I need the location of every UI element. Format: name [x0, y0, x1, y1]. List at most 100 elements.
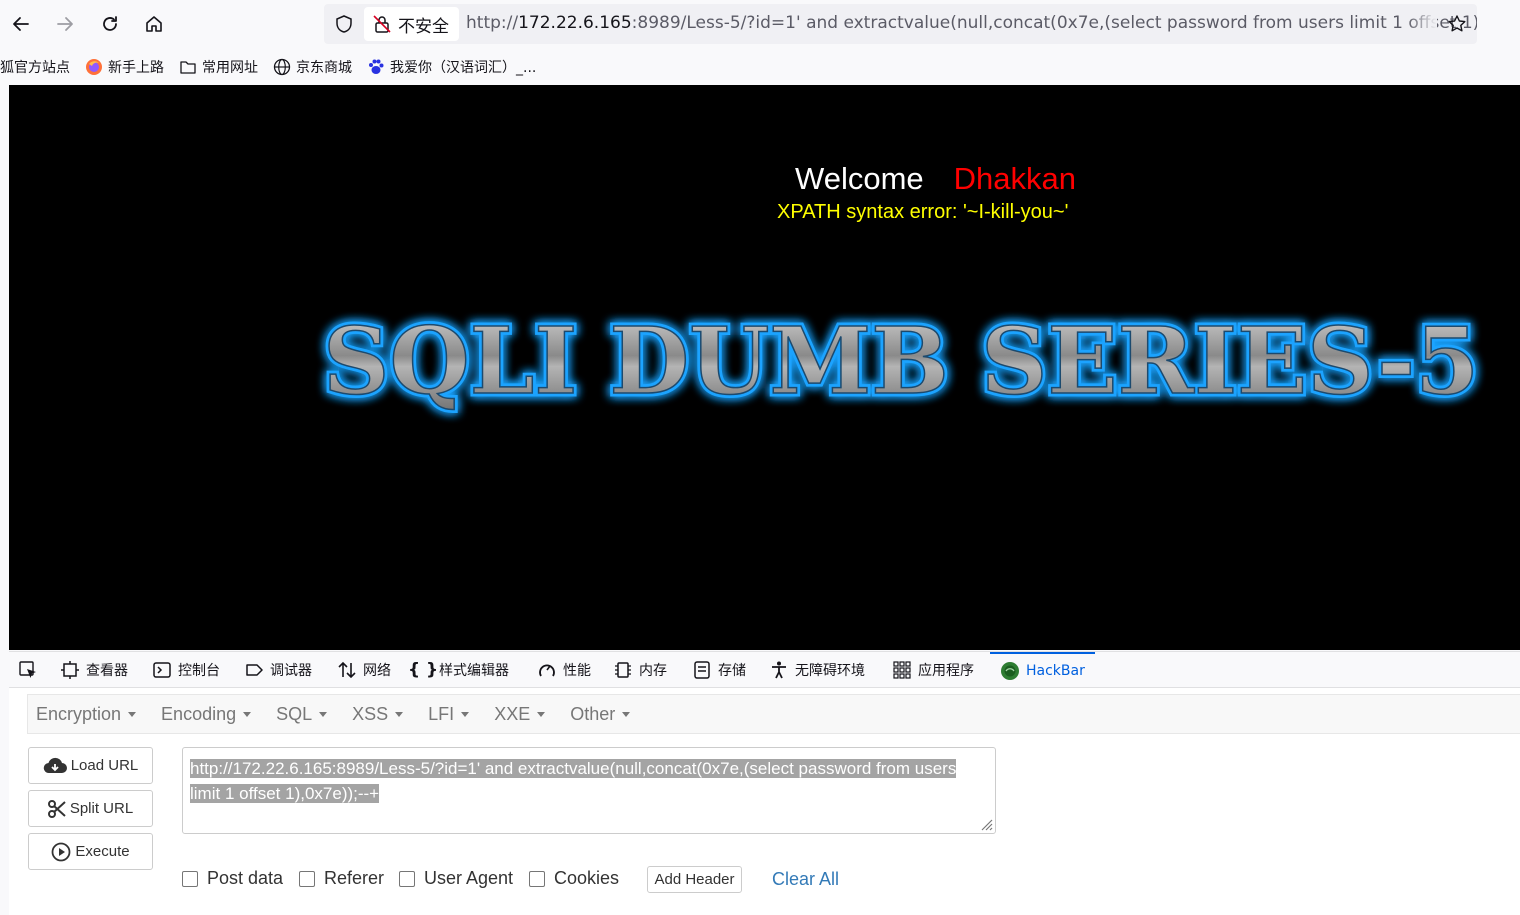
add-header-button[interactable]: Add Header — [647, 866, 742, 893]
tab-inspector[interactable]: 查看器 — [60, 652, 128, 688]
menu-encoding[interactable]: Encoding — [161, 704, 252, 725]
bookmark-label: 京东商城 — [296, 60, 352, 76]
tab-label: 存储 — [718, 663, 746, 679]
bookmark-star-icon[interactable] — [1445, 12, 1469, 36]
tab-memory[interactable]: 内存 — [613, 652, 667, 688]
bookmark-item[interactable]: 狐官方站点 — [0, 57, 70, 77]
menu-other[interactable]: Other — [570, 703, 631, 725]
tab-label: 性能 — [563, 663, 591, 679]
load-url-button[interactable]: Load URL — [28, 747, 153, 784]
bookmark-label: 常用网址 — [202, 60, 258, 76]
bookmark-item[interactable]: 我爱你（汉语词汇）_... — [367, 57, 536, 77]
forward-button[interactable] — [50, 8, 80, 40]
tab-label: 控制台 — [178, 663, 220, 679]
user-agent-option[interactable]: User Agent — [399, 868, 513, 889]
browser-toolbar: 不安全 http://172.22.6.165:8989/Less-5/?id=… — [0, 0, 1520, 50]
home-button[interactable] — [139, 8, 169, 40]
tab-label: 应用程序 — [918, 663, 974, 679]
sqli-banner-image: SQLI DUMB SERIES-5 SQLI DUMB SERIES-5 — [309, 295, 1520, 425]
style-editor-icon: { } — [407, 660, 439, 680]
post-data-checkbox[interactable] — [182, 870, 198, 887]
welcome-text: Welcome — [795, 161, 924, 196]
application-icon — [892, 660, 912, 680]
tab-hackbar[interactable]: HackBar — [990, 652, 1095, 688]
check-label: Referer — [324, 868, 385, 888]
url-bar[interactable]: 不安全 http://172.22.6.165:8989/Less-5/?id=… — [324, 4, 1477, 44]
url-textarea[interactable]: http://172.22.6.165:8989/Less-5/?id=1' a… — [182, 747, 996, 834]
scissors-icon — [47, 799, 66, 818]
bookmark-item[interactable]: 新手上路 — [85, 57, 164, 77]
bookmark-label: 新手上路 — [108, 60, 164, 76]
referer-checkbox[interactable] — [299, 870, 315, 887]
tab-accessibility[interactable]: 无障碍环境 — [769, 652, 865, 688]
check-label: Post data — [207, 868, 284, 888]
tab-storage[interactable]: 存储 — [692, 652, 746, 688]
split-url-button[interactable]: Split URL — [28, 790, 153, 827]
url-host: 172.22.6.165 — [518, 13, 632, 33]
accessibility-icon — [769, 660, 789, 680]
tab-label: HackBar — [1026, 663, 1085, 679]
tab-network[interactable]: 网络 — [337, 652, 391, 688]
tab-performance[interactable]: 性能 — [537, 652, 591, 688]
clear-all-link[interactable]: Clear All — [772, 869, 839, 890]
menu-lfi[interactable]: LFI — [428, 703, 470, 725]
insecure-connection-badge[interactable]: 不安全 — [364, 7, 459, 41]
reload-button[interactable] — [95, 8, 125, 40]
welcome-line: Welcome Dhakkan — [795, 161, 1076, 197]
url-prefix: http:// — [466, 13, 519, 33]
tab-console[interactable]: 控制台 — [152, 652, 220, 688]
tab-debugger[interactable]: 调试器 — [244, 652, 312, 688]
post-data-option[interactable]: Post data — [182, 868, 283, 889]
caret-down-icon — [461, 711, 470, 717]
bookmarks-bar: 狐官方站点 新手上路 常用网址 京东商城 我爱你（汉语词汇）_... — [0, 50, 1520, 84]
reload-icon — [103, 16, 117, 31]
caret-down-icon — [537, 711, 546, 717]
tab-label: 无障碍环境 — [795, 663, 865, 679]
user-agent-checkbox[interactable] — [399, 870, 415, 887]
network-icon — [337, 660, 357, 680]
menu-xxe[interactable]: XXE — [494, 703, 546, 725]
load-url-label: Load URL — [70, 757, 139, 774]
execute-button[interactable]: Execute — [28, 833, 153, 870]
cookies-option[interactable]: Cookies — [529, 868, 619, 889]
firefox-icon — [85, 58, 103, 76]
tracking-shield-icon[interactable] — [332, 12, 356, 36]
debugger-icon — [244, 660, 264, 680]
resize-grip-icon[interactable] — [979, 817, 993, 831]
tab-label: 内存 — [639, 663, 667, 679]
url-text[interactable]: http://172.22.6.165:8989/Less-5/?id=1' a… — [466, 13, 1477, 33]
bookmark-item[interactable]: 常用网址 — [179, 57, 258, 77]
folder-icon — [179, 58, 197, 76]
tab-style-editor[interactable]: { } 样式编辑器 — [407, 652, 509, 688]
tab-label: 查看器 — [86, 663, 128, 679]
menu-sql[interactable]: SQL — [276, 704, 328, 725]
hackbar-icon — [1000, 661, 1020, 681]
web-page: Welcome Dhakkan XPATH syntax error: '~I-k… — [9, 85, 1520, 650]
element-picker-icon — [18, 660, 38, 680]
url-line-2: limit 1 offset 1),0x7e));--+ — [190, 784, 380, 803]
back-button[interactable] — [6, 8, 36, 40]
bookmark-item[interactable]: 京东商城 — [273, 57, 352, 77]
caret-down-icon — [395, 711, 404, 717]
devtools-tabbar: 查看器 控制台 调试器 网络 { } 样式编辑器 性能 内存 存储 无障碍环境 … — [9, 651, 1520, 688]
inspector-icon — [60, 660, 80, 680]
play-circle-icon — [51, 842, 71, 862]
hackbar-menu: Encryption Encoding SQL XSS LFI XXE Othe… — [27, 694, 1520, 734]
home-icon — [146, 16, 162, 32]
menu-label: XSS — [352, 703, 389, 724]
storage-icon — [692, 660, 712, 680]
menu-encryption[interactable]: Encryption — [36, 704, 137, 725]
element-picker-button[interactable] — [18, 652, 44, 688]
referer-option[interactable]: Referer — [299, 868, 384, 889]
cookies-checkbox[interactable] — [529, 870, 545, 887]
tab-application[interactable]: 应用程序 — [892, 652, 974, 688]
url-rest: :8989/Less-5/?id=1' and extractvalue(nul… — [631, 13, 1477, 33]
menu-label: Other — [570, 703, 616, 724]
menu-label: XXE — [494, 703, 531, 724]
tab-label: 样式编辑器 — [439, 663, 509, 679]
caret-down-icon — [622, 711, 631, 717]
menu-xss[interactable]: XSS — [352, 703, 404, 725]
url-fade — [1407, 4, 1437, 44]
menu-label: LFI — [428, 703, 455, 724]
caret-down-icon — [243, 711, 252, 717]
